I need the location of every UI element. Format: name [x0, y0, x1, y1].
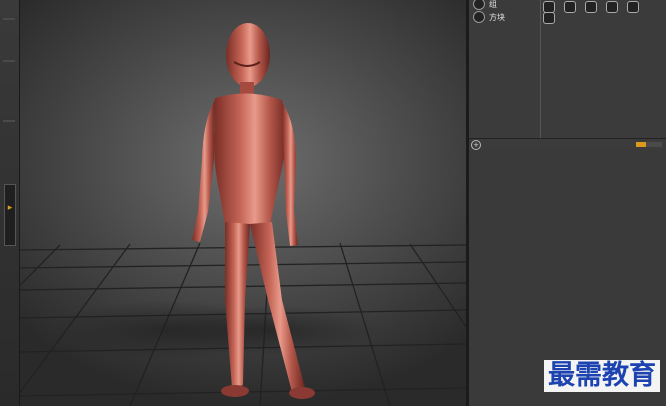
right-panel: 组 方块 +: [469, 0, 666, 406]
panel-column-separator: [540, 0, 541, 138]
3d-viewport[interactable]: [20, 0, 466, 406]
eye-icon[interactable]: [473, 0, 485, 10]
expand-panel-button[interactable]: [4, 184, 16, 246]
clock-icon[interactable]: [606, 1, 618, 13]
panel-row-cube[interactable]: 方块: [473, 10, 505, 24]
panel-row-label: 组: [489, 0, 497, 9]
refresh-icon[interactable]: [585, 1, 597, 13]
panel-row-label: 方块: [489, 12, 505, 22]
status-progress: [636, 142, 662, 147]
hex-icon[interactable]: [564, 1, 576, 13]
cube-icon[interactable]: [543, 12, 555, 24]
viewport-scene: [20, 23, 466, 406]
panel-toolbar: [541, 0, 639, 13]
left-collapse-strip: [0, 0, 20, 406]
add-icon[interactable]: +: [471, 140, 481, 150]
eye-icon[interactable]: [473, 11, 485, 23]
watermark-logo: 最需教育: [544, 360, 660, 392]
info-icon[interactable]: [627, 1, 639, 13]
panel-horizontal-separator: [469, 138, 666, 139]
